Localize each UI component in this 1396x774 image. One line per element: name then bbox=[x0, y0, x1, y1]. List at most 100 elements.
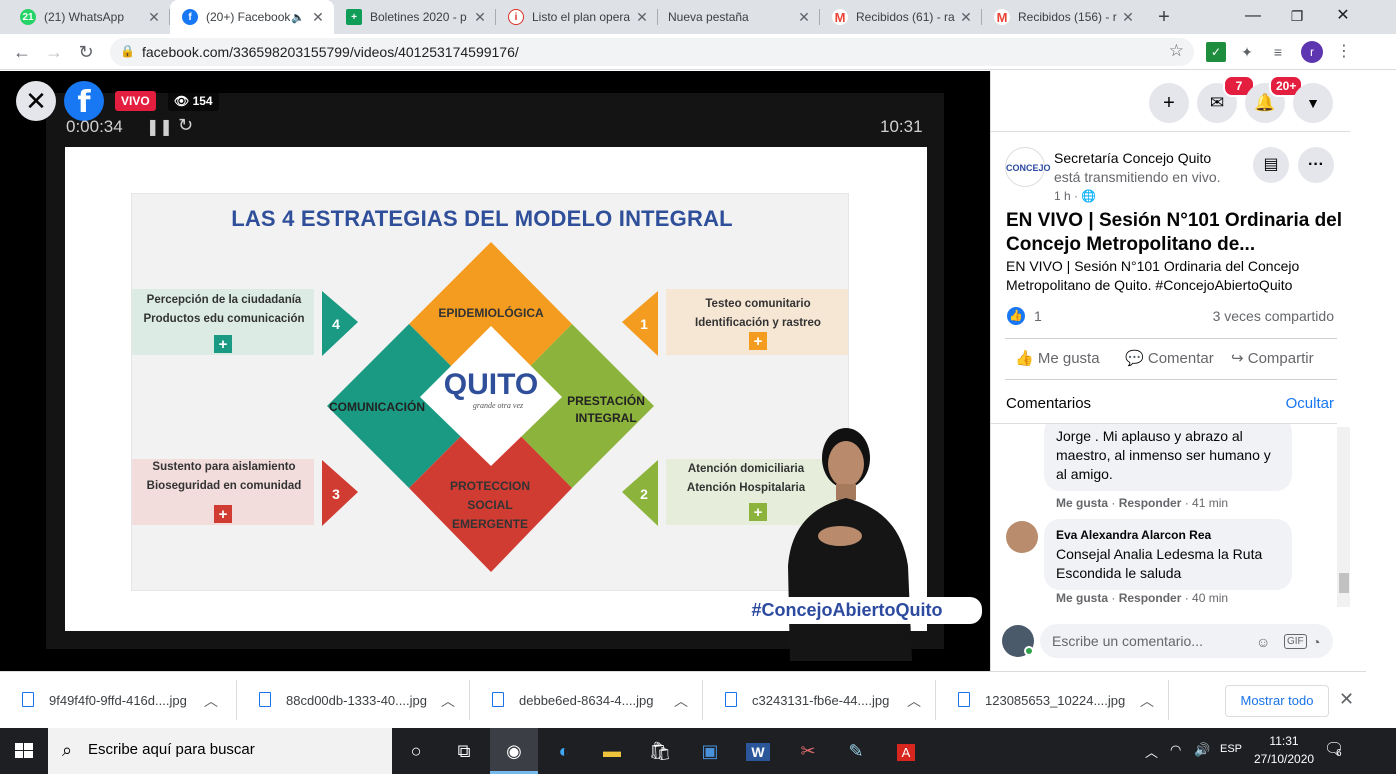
tab-gmail-1[interactable]: M Recibidos (61) - ra ✕ bbox=[820, 0, 982, 34]
tab-new[interactable]: Nueva pestaña ✕ bbox=[658, 0, 820, 34]
emoji-icon[interactable]: ☺ bbox=[1256, 634, 1270, 650]
download-item[interactable]: c3243131-fb6e-44....jpg ︿ bbox=[703, 672, 936, 729]
close-tab-icon[interactable]: ✕ bbox=[796, 9, 812, 26]
reaction-count[interactable]: 1 bbox=[1034, 308, 1042, 324]
close-downloads-icon[interactable]: ✕ bbox=[1339, 689, 1354, 710]
info-icon: i bbox=[508, 9, 524, 25]
tab-whatsapp[interactable]: 21 (21) WhatsApp ✕ bbox=[8, 0, 170, 34]
minimize-button[interactable]: — bbox=[1230, 0, 1276, 32]
close-tab-icon[interactable]: ✕ bbox=[472, 9, 488, 26]
lock-icon[interactable]: 🔒 bbox=[120, 44, 135, 58]
comment-button[interactable]: 💬 Comentar bbox=[1125, 349, 1214, 367]
page-name[interactable]: Secretaría Concejo Quito bbox=[1054, 150, 1211, 166]
new-tab-button[interactable]: + bbox=[1152, 5, 1176, 29]
acrobat-icon[interactable]: A bbox=[882, 728, 930, 774]
search-placeholder: Escribe aquí para buscar bbox=[88, 741, 255, 758]
close-tab-icon[interactable]: ✕ bbox=[634, 9, 650, 26]
address-bar[interactable]: 🔒 facebook.com/336598203155799/videos/40… bbox=[110, 38, 1194, 66]
photos-icon[interactable]: ▣ bbox=[686, 728, 734, 774]
word-icon[interactable]: W bbox=[734, 728, 782, 774]
network-icon[interactable]: ◠ bbox=[1170, 742, 1181, 758]
volume-icon[interactable]: 🔊 bbox=[1194, 742, 1210, 758]
url-text[interactable]: facebook.com/336598203155799/videos/4012… bbox=[142, 44, 519, 60]
gif-icon[interactable]: GIF bbox=[1284, 634, 1307, 649]
close-tab-icon[interactable]: ✕ bbox=[146, 9, 162, 26]
back-button[interactable]: ← bbox=[10, 40, 34, 64]
close-video-button[interactable]: ✕ bbox=[16, 81, 56, 121]
download-item[interactable]: 123085653_10224....jpg ︿ bbox=[936, 672, 1169, 729]
page-avatar[interactable]: CONCEJO bbox=[1005, 147, 1051, 187]
tab-plan[interactable]: i Listo el plan opera ✕ bbox=[496, 0, 658, 34]
reload-button[interactable]: ↻ bbox=[74, 40, 98, 64]
cortana-icon[interactable]: ○ bbox=[392, 728, 440, 774]
sticker-icon[interactable]: ◔ bbox=[1312, 634, 1320, 650]
share-button[interactable]: ↪ Compartir bbox=[1231, 349, 1314, 367]
close-tab-icon[interactable]: ✕ bbox=[1120, 9, 1136, 26]
edge-icon[interactable]: ◐ bbox=[540, 728, 588, 774]
close-tab-icon[interactable]: ✕ bbox=[310, 9, 326, 26]
download-item[interactable]: 9f49f4f0-9ffd-416d....jpg ︿ bbox=[0, 672, 237, 729]
chrome-icon[interactable]: ◉ bbox=[490, 728, 538, 774]
video-player[interactable]: LAS 4 ESTRATEGIAS DEL MODELO INTEGRAL QU… bbox=[0, 71, 990, 671]
start-button[interactable] bbox=[0, 728, 48, 774]
download-item[interactable]: 88cd00db-1333-40....jpg ︿ bbox=[237, 672, 470, 729]
quito-tagline: grande otra vez bbox=[473, 401, 524, 410]
chevron-up-icon[interactable]: ︿ bbox=[204, 691, 218, 711]
account-menu-icon[interactable]: ▼ bbox=[1293, 83, 1333, 123]
page-status: está transmitiendo en vivo. bbox=[1054, 169, 1221, 185]
speaker-icon[interactable]: 🔈 bbox=[290, 11, 306, 24]
extensions-puzzle-icon[interactable]: ✦ bbox=[1237, 42, 1257, 62]
close-window-button[interactable]: ✕ bbox=[1320, 0, 1366, 32]
language-indicator[interactable]: ESP bbox=[1220, 743, 1242, 755]
commenter-avatar[interactable] bbox=[1006, 521, 1038, 553]
plus-icon: + bbox=[219, 506, 228, 523]
chevron-up-icon[interactable]: ︿ bbox=[1140, 691, 1154, 711]
comment-time[interactable]: 40 min bbox=[1192, 591, 1228, 605]
tab-boletines[interactable]: + Boletines 2020 - p ✕ bbox=[334, 0, 496, 34]
show-all-downloads-button[interactable]: Mostrar todo bbox=[1225, 685, 1329, 717]
like-button[interactable]: 👍 Me gusta bbox=[1015, 349, 1100, 367]
task-view-icon[interactable]: ⧉ bbox=[440, 728, 488, 774]
close-tab-icon[interactable]: ✕ bbox=[958, 9, 974, 26]
comment-like-link[interactable]: Me gusta bbox=[1056, 591, 1108, 605]
save-icon[interactable]: ▤ bbox=[1253, 147, 1289, 183]
facebook-logo-icon[interactable]: f bbox=[64, 81, 104, 121]
taskbar-clock[interactable]: 11:31 27/10/2020 bbox=[1254, 732, 1314, 768]
gmail-icon: M bbox=[994, 9, 1010, 25]
profile-avatar[interactable]: r bbox=[1301, 41, 1323, 63]
post-time[interactable]: 1 h · 🌐 bbox=[1054, 189, 1096, 203]
tray-overflow-icon[interactable]: ︿ bbox=[1145, 742, 1158, 761]
tab-gmail-2[interactable]: M Recibidos (156) - r ✕ bbox=[982, 0, 1144, 34]
chevron-up-icon[interactable]: ︿ bbox=[907, 691, 921, 711]
more-options-icon[interactable]: ··· bbox=[1298, 147, 1334, 183]
comment-like-link[interactable]: Me gusta bbox=[1056, 496, 1108, 510]
post-title[interactable]: EN VIVO | Sesión N°101 Ordinaria del Con… bbox=[1006, 209, 1346, 257]
comment-reply-link[interactable]: Responder bbox=[1119, 591, 1182, 605]
file-explorer-icon[interactable]: ▬ bbox=[588, 728, 636, 774]
bookmark-star-icon[interactable]: ☆ bbox=[1169, 41, 1184, 61]
restore-button[interactable]: ❐ bbox=[1274, 0, 1320, 32]
page-scrollbar[interactable] bbox=[1350, 71, 1366, 671]
create-button[interactable]: + bbox=[1149, 83, 1189, 123]
snipping-tool-icon[interactable]: ✂ bbox=[784, 728, 832, 774]
chevron-up-icon[interactable]: ︿ bbox=[441, 691, 455, 711]
extension-check-icon[interactable]: ✓ bbox=[1206, 42, 1226, 62]
tab-facebook[interactable]: f (20+) Facebook 🔈 ✕ bbox=[170, 0, 334, 34]
notepad-icon[interactable]: ✎ bbox=[832, 728, 880, 774]
download-item[interactable]: debbe6ed-8634-4....jpg ︿ bbox=[470, 672, 703, 729]
forward-button[interactable]: → bbox=[42, 40, 66, 64]
chevron-up-icon[interactable]: ︿ bbox=[674, 691, 688, 711]
share-count[interactable]: 3 veces compartido bbox=[1213, 308, 1334, 324]
box-text: Bioseguridad en comunidad bbox=[147, 480, 302, 492]
hide-comments-link[interactable]: Ocultar bbox=[1286, 395, 1334, 412]
media-queue-icon[interactable]: ≡ bbox=[1268, 42, 1288, 62]
label-comunicacion: COMUNICACIÓN bbox=[329, 399, 425, 414]
store-icon[interactable]: 🛍 bbox=[636, 728, 684, 774]
browser-menu-icon[interactable]: ⋮ bbox=[1334, 42, 1354, 62]
label-integral: INTEGRAL bbox=[575, 411, 636, 425]
comments-scroll-thumb[interactable] bbox=[1339, 573, 1349, 593]
comment-author[interactable]: Eva Alexandra Alarcon Rea bbox=[1056, 526, 1280, 545]
taskbar-search[interactable]: ⌕ Escribe aquí para buscar bbox=[48, 728, 392, 774]
comment-reply-link[interactable]: Responder bbox=[1119, 496, 1182, 510]
comment-time[interactable]: 41 min bbox=[1192, 496, 1228, 510]
